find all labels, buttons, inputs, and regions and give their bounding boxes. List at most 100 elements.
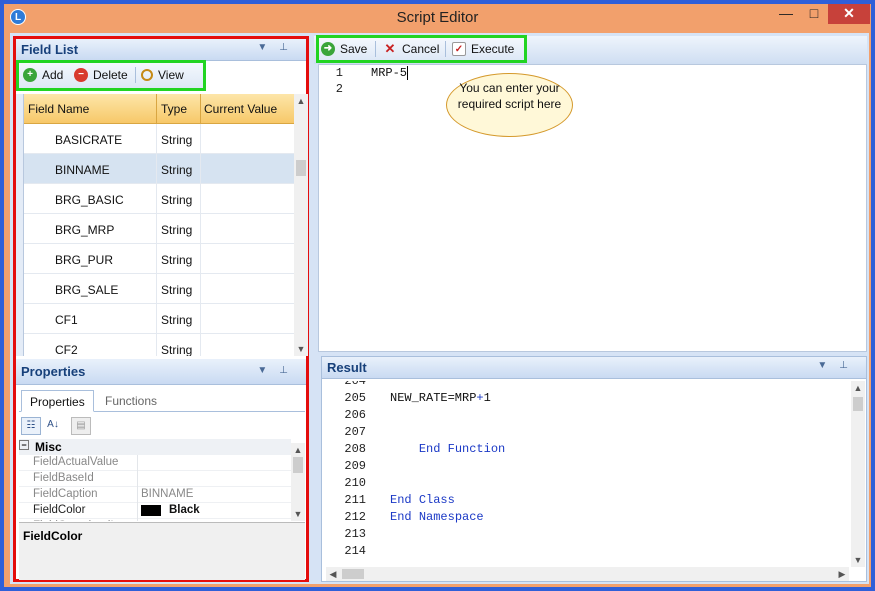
property-row[interactable]: FieldContainedIn [19, 519, 291, 521]
scroll-thumb[interactable] [853, 397, 863, 411]
table-row[interactable]: BRG_BASIC String [24, 184, 294, 214]
code-text: End Namespace [390, 510, 484, 524]
line-number: 206 [344, 408, 366, 422]
color-swatch [141, 505, 161, 516]
column-divider [200, 274, 201, 304]
column-divider [200, 304, 201, 334]
column-header-current-value[interactable]: Current Value [204, 102, 277, 116]
add-button[interactable]: + Add [23, 65, 63, 85]
property-pages-icon[interactable]: ▤ [71, 417, 91, 435]
cancel-button[interactable]: ✕ Cancel [383, 39, 440, 59]
column-divider [200, 214, 201, 244]
table-row[interactable]: BRG_MRP String [24, 214, 294, 244]
script-editor[interactable]: 1 2 MRP-5 You can enter your required sc… [318, 64, 867, 352]
maximize-button[interactable]: □ [800, 4, 828, 24]
toolbar-separator [135, 67, 136, 83]
table-row[interactable]: BINNAME String [24, 154, 294, 184]
delete-button[interactable]: − Delete [74, 65, 128, 85]
column-divider [200, 334, 201, 356]
property-row[interactable]: FieldBaseId [19, 471, 291, 487]
scroll-right-arrow-icon[interactable]: ▶ [835, 567, 849, 581]
save-button[interactable]: ➜ Save [321, 39, 367, 59]
column-divider [200, 94, 201, 124]
property-row[interactable]: FieldCaption BINNAME [19, 487, 291, 503]
line-number: 205 [344, 391, 366, 405]
delete-label: Delete [93, 68, 128, 82]
view-button[interactable]: View [141, 65, 184, 85]
field-name-cell: CF2 [55, 343, 78, 356]
property-category-misc[interactable]: − Misc [19, 439, 291, 455]
property-value[interactable]: Black [169, 504, 200, 516]
scroll-left-arrow-icon[interactable]: ◀ [326, 567, 340, 581]
result-line: 207 [326, 424, 849, 441]
property-divider [137, 471, 138, 487]
result-horizontal-scrollbar[interactable]: ◀ ▶ [326, 567, 849, 581]
script-code[interactable]: MRP-5 [371, 65, 409, 81]
pane-options-icons[interactable]: ▼⊥ [817, 360, 860, 371]
field-type-cell: String [161, 163, 193, 177]
result-title: Result [327, 360, 367, 375]
result-line: 205 NEW_RATE=MRP+1 [326, 390, 849, 407]
column-header-type[interactable]: Type [161, 102, 187, 116]
column-header-field-name[interactable]: Field Name [28, 102, 89, 116]
close-button[interactable]: ✕ [828, 4, 870, 24]
scroll-down-arrow-icon[interactable]: ▼ [291, 507, 305, 521]
scroll-up-arrow-icon[interactable]: ▲ [291, 443, 305, 457]
result-line: 210 [326, 475, 849, 492]
result-code-view[interactable]: 204 205 NEW_RATE=MRP+1 206 207 208 End Functi… [326, 381, 849, 567]
minimize-button[interactable]: — [772, 4, 800, 24]
scroll-thumb[interactable] [293, 457, 303, 473]
scroll-up-arrow-icon[interactable]: ▲ [294, 94, 308, 108]
magnifier-icon [141, 69, 153, 81]
scroll-down-arrow-icon[interactable]: ▼ [851, 553, 865, 567]
code-line: MRP-5 [371, 65, 409, 81]
scroll-down-arrow-icon[interactable]: ▼ [294, 342, 308, 356]
execute-button[interactable]: ✓ Execute [452, 39, 514, 59]
field-name-cell: BASICRATE [55, 133, 123, 147]
collapse-icon[interactable]: − [19, 440, 29, 450]
table-row[interactable]: BRG_PUR String [24, 244, 294, 274]
column-divider [200, 244, 201, 274]
result-vertical-scrollbar[interactable]: ▲ ▼ [851, 381, 865, 567]
tab-functions[interactable]: Functions [97, 390, 165, 412]
properties-tabs: Properties Functions [19, 388, 305, 412]
scroll-thumb[interactable] [296, 160, 306, 176]
properties-header: Properties ▼⊥ [16, 359, 306, 385]
execute-check-icon: ✓ [452, 42, 466, 56]
field-name-cell: BRG_MRP [55, 223, 115, 237]
script-editor-window: L Script Editor — □ ✕ Field List ▼⊥ + Ad… [0, 0, 875, 591]
scroll-up-arrow-icon[interactable]: ▲ [851, 381, 865, 395]
property-grid: − Misc FieldActualValue FieldBaseId FieldCap… [19, 439, 305, 521]
line-number: 1 [335, 66, 343, 80]
properties-title: Properties [21, 364, 86, 379]
property-row[interactable]: FieldActualValue [19, 455, 291, 471]
scroll-thumb[interactable] [342, 569, 364, 579]
categorized-view-icon[interactable]: ☷ [21, 417, 41, 435]
add-label: Add [42, 68, 64, 82]
property-divider [137, 487, 138, 503]
line-number: 214 [344, 544, 366, 558]
save-arrow-icon: ➜ [321, 42, 335, 56]
alphabetical-sort-icon[interactable]: A↓ [43, 417, 63, 435]
pane-options-icons[interactable]: ▼⊥ [257, 42, 300, 53]
field-list-header: Field List ▼⊥ [16, 39, 306, 61]
table-row[interactable]: BASICRATE String [24, 124, 294, 154]
category-label: Misc [35, 440, 62, 454]
result-line: 213 [326, 526, 849, 543]
table-row[interactable]: CF1 String [24, 304, 294, 334]
table-row[interactable]: CF2 String [24, 334, 294, 356]
result-line: 206 [326, 407, 849, 424]
property-value[interactable]: BINNAME [141, 488, 193, 500]
field-grid-scrollbar[interactable]: ▲ ▼ [294, 94, 308, 356]
tab-properties[interactable]: Properties [21, 390, 94, 412]
line-number: 209 [344, 459, 366, 473]
pane-options-icons[interactable]: ▼⊥ [257, 365, 300, 376]
field-list-and-properties-panel: Field List ▼⊥ + Add − Delete View Field … [13, 36, 309, 582]
property-row[interactable]: FieldColor Black [19, 503, 291, 519]
title-bar[interactable]: L Script Editor — □ ✕ [4, 4, 871, 32]
delete-icon: − [74, 68, 88, 82]
field-type-cell: String [161, 133, 193, 147]
property-grid-scrollbar[interactable]: ▲ ▼ [291, 443, 305, 521]
code-text: NEW_RATE=MRP+1 [390, 391, 491, 405]
table-row[interactable]: BRG_SALE String [24, 274, 294, 304]
